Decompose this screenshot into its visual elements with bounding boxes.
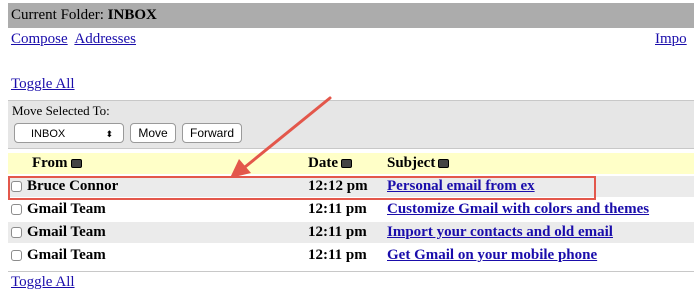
annotation-arrow-icon (230, 96, 332, 178)
